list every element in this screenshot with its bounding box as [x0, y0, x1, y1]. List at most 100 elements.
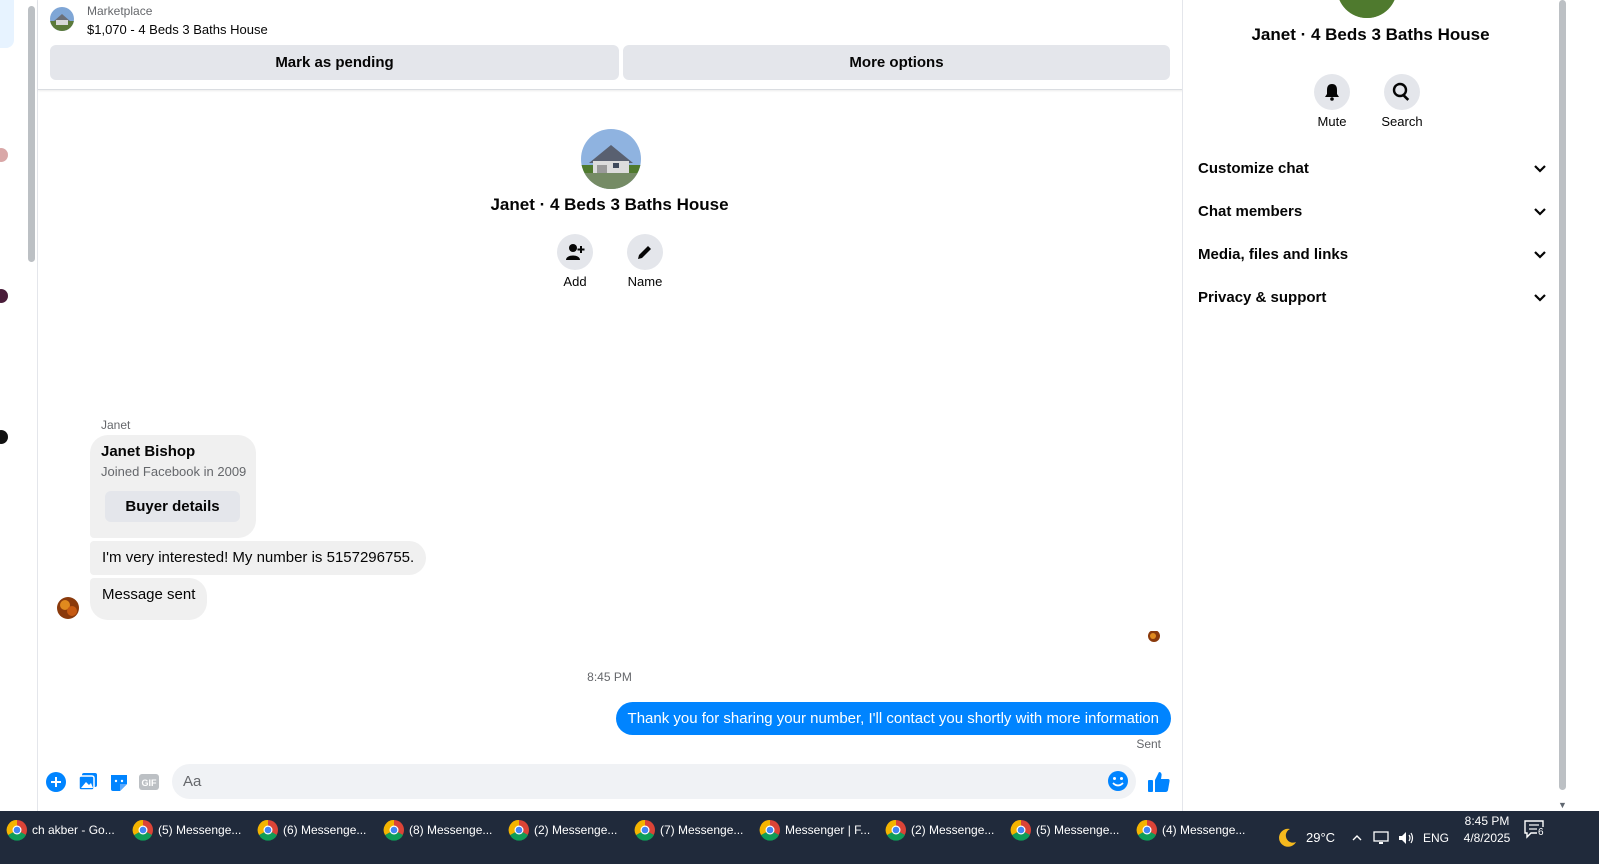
chrome-icon [759, 819, 780, 841]
outgoing-message[interactable]: Thank you for sharing your number, I'll … [615, 702, 1171, 735]
row-label: Chat members [1198, 202, 1303, 220]
gif-button[interactable]: GIF [138, 771, 160, 793]
taskbar-item[interactable]: (5) Messenge... [1010, 819, 1119, 841]
conversation-avatar[interactable] [581, 129, 641, 189]
message-timestamp: 8:45 PM [587, 670, 632, 684]
edit-name-label: Name [627, 274, 663, 289]
row-label: Customize chat [1198, 159, 1309, 177]
svg-text:GIF: GIF [142, 778, 158, 788]
network-button[interactable] [1373, 811, 1391, 864]
taskbar-item[interactable]: (6) Messenge... [257, 819, 366, 841]
privacy-support-row[interactable]: Privacy & support [1198, 277, 1548, 317]
mute-label: Mute [1317, 114, 1347, 129]
page-scrollbar[interactable]: ▼ [1557, 0, 1568, 810]
notification-center-button[interactable]: 6 [1523, 819, 1549, 841]
mute-button[interactable] [1314, 74, 1350, 110]
buyer-name: Janet Bishop [101, 443, 196, 460]
taskbar-item[interactable]: (4) Messenge... [1136, 819, 1245, 841]
info-title: Janet · 4 Beds 3 Baths House [1251, 25, 1490, 44]
edit-name-button[interactable] [627, 234, 663, 270]
taskbar-item[interactable]: (8) Messenge... [383, 819, 492, 841]
screen: ▼ Marketplace $1,070 - 4 Beds 3 Baths Ho… [0, 0, 1599, 864]
weather-widget[interactable]: 29°C [1276, 811, 1335, 864]
incoming-message[interactable]: Message sent [90, 578, 208, 620]
conversation-avatar[interactable] [0, 289, 8, 303]
chat-members-row[interactable]: Chat members [1198, 191, 1548, 231]
scrollbar-thumb[interactable] [1559, 0, 1566, 790]
mark-as-pending-button[interactable]: Mark as pending [50, 45, 619, 80]
temperature: 29°C [1306, 830, 1336, 845]
taskbar-item[interactable]: Messenger | F... [759, 819, 870, 841]
send-like-button[interactable] [1146, 769, 1172, 795]
listing-title[interactable]: $1,070 - 4 Beds 3 Baths House [87, 22, 268, 37]
network-icon [1373, 830, 1389, 844]
chevron-down-icon [1534, 208, 1546, 216]
message-composer [172, 764, 1136, 799]
taskbar-item[interactable]: (2) Messenge... [885, 819, 994, 841]
sticker-icon [111, 775, 127, 791]
conversation-info-panel: Janet · 4 Beds 3 Baths House Mute Search… [1182, 0, 1557, 826]
taskbar-item-label: (6) Messenge... [283, 823, 367, 837]
show-hidden-icons-button[interactable] [1351, 811, 1363, 864]
taskbar-item[interactable]: (5) Messenge... [132, 819, 241, 841]
row-label: Privacy & support [1198, 288, 1327, 306]
windows-taskbar: ch akber - Go... (5) Messenge... (6) Mes… [0, 811, 1599, 864]
taskbar-item[interactable]: (7) Messenge... [634, 819, 743, 841]
language-indicator[interactable]: ENG [1423, 811, 1449, 864]
chrome-icon [383, 819, 404, 841]
gif-icon: GIF [139, 774, 159, 790]
more-actions-button[interactable] [45, 771, 67, 793]
info-avatar[interactable] [1337, 0, 1397, 18]
taskbar-item-label: (7) Messenge... [660, 823, 744, 837]
listing-thumbnail[interactable] [50, 7, 74, 31]
search-label: Search [1381, 114, 1423, 129]
sticker-button[interactable] [108, 771, 130, 793]
sender-avatar[interactable] [57, 597, 79, 619]
buyer-info-card: Janet Bishop Joined Facebook in 2009 Buy… [90, 435, 256, 538]
scroll-down-arrow-icon[interactable]: ▼ [1558, 800, 1567, 810]
add-people-button[interactable] [557, 234, 593, 270]
scrollbar-thumb[interactable] [28, 6, 35, 262]
message-status: Sent [1136, 737, 1161, 751]
conversation-title: Janet · 4 Beds 3 Baths House [490, 195, 729, 214]
message-input[interactable] [183, 764, 1083, 799]
add-person-icon [566, 244, 585, 260]
moon-icon [1279, 828, 1296, 847]
chrome-icon [6, 819, 27, 841]
taskbar-item[interactable]: (2) Messenge... [508, 819, 617, 841]
incoming-message[interactable]: I'm very interested! My number is 515729… [90, 541, 427, 575]
taskbar-item-label: (4) Messenge... [1162, 823, 1246, 837]
marketplace-listing-bar: Marketplace $1,070 - 4 Beds 3 Baths Hous… [38, 0, 1205, 90]
taskbar-item-label: (5) Messenge... [158, 823, 242, 837]
emoji-button[interactable] [1107, 770, 1129, 792]
buyer-details-button[interactable]: Buyer details [105, 491, 240, 522]
chrome-icon [885, 819, 906, 841]
taskbar-item[interactable]: ch akber - Go... [6, 819, 115, 841]
search-button[interactable] [1384, 74, 1420, 110]
more-options-button[interactable]: More options [623, 45, 1170, 80]
row-label: Media, files and links [1198, 245, 1349, 263]
system-clock[interactable]: 8:45 PM 4/8/2025 [1456, 813, 1518, 847]
sender-name: Janet [101, 418, 131, 432]
chrome-icon [1136, 819, 1157, 841]
taskbar-item-label: (8) Messenge... [409, 823, 493, 837]
customize-chat-row[interactable]: Customize chat [1198, 148, 1548, 188]
chat-area: Marketplace $1,070 - 4 Beds 3 Baths Hous… [38, 0, 1205, 826]
taskbar-item-label: (2) Messenge... [911, 823, 995, 837]
chrome-icon [132, 819, 153, 841]
conversation-avatar[interactable] [0, 148, 8, 162]
notification-count: 6 [1537, 827, 1545, 838]
plus-circle-icon [46, 772, 66, 792]
seen-by-avatar [1148, 630, 1160, 642]
chrome-icon [508, 819, 529, 841]
pencil-icon [638, 246, 651, 259]
volume-button[interactable] [1398, 811, 1416, 864]
taskbar-item-label: (5) Messenge... [1036, 823, 1120, 837]
conversation-avatar[interactable] [0, 430, 8, 444]
left-sidebar-strip: ▼ [0, 0, 38, 826]
chrome-icon [257, 819, 278, 841]
attach-photo-button[interactable] [77, 771, 99, 793]
chrome-icon [1010, 819, 1031, 841]
left-scrollbar[interactable]: ▼ [26, 0, 37, 826]
media-files-links-row[interactable]: Media, files and links [1198, 234, 1548, 274]
